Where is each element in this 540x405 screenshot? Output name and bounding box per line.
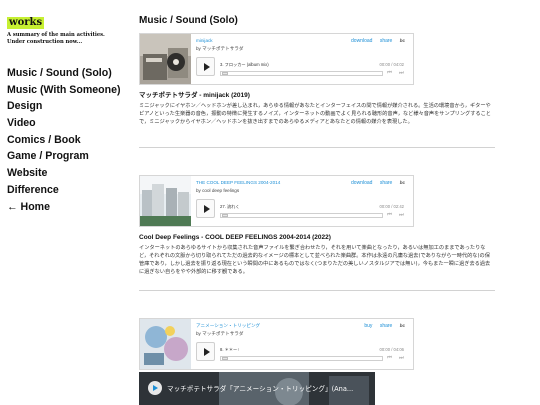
divider (139, 147, 495, 148)
next-track-icon[interactable]: ⏭ (399, 355, 404, 362)
share-link[interactable]: share (380, 323, 393, 329)
play-button[interactable] (196, 199, 215, 218)
play-button[interactable] (196, 57, 215, 76)
nav-item-comics-book[interactable]: Comics / Book (7, 135, 125, 146)
nav-item-home[interactable]: ← Home (7, 201, 125, 213)
work-entry-minijack: minijack by マッチポテトサラダ download share bc … (139, 33, 494, 126)
previous-track-icon[interactable]: ⏮ (387, 355, 392, 362)
share-link[interactable]: share (380, 38, 393, 44)
bandcamp-logo-icon[interactable]: bc (400, 38, 405, 43)
tagline-line-2: Under construction now... (7, 39, 83, 45)
divider (139, 290, 495, 291)
album-art[interactable] (140, 176, 191, 226)
nav-item-difference[interactable]: Difference (7, 185, 125, 196)
entry-heading: Cool Deep Feelings - COOL DEEP FEELINGS … (139, 234, 331, 241)
channel-avatar-icon[interactable] (148, 381, 162, 395)
video-title[interactable]: マッチポテトサラダ「アニメーション・トリッピング」(Ana... (167, 383, 353, 393)
share-link[interactable]: share (380, 180, 393, 186)
download-link[interactable]: download (351, 38, 372, 44)
download-link[interactable]: download (351, 180, 372, 186)
player-track-name: 3. フロッカー (album mix) (220, 62, 269, 67)
progress-handle[interactable] (222, 72, 228, 75)
player-links: buy share bc (358, 323, 405, 329)
progress-bar[interactable] (220, 71, 383, 76)
previous-track-icon[interactable]: ⏮ (387, 212, 392, 219)
album-art[interactable] (140, 319, 191, 369)
player-artist: by マッチポテトサラダ (196, 331, 244, 336)
player-artist: by マッチポテトサラダ (196, 46, 244, 51)
progress-bar[interactable] (220, 213, 383, 218)
site-tagline: A summary of the main activities. Under … (7, 32, 125, 46)
buy-link[interactable]: buy (364, 323, 372, 329)
nav-item-music-with-someone[interactable]: Music (With Someone) (7, 85, 125, 96)
progress-handle[interactable] (222, 214, 228, 217)
play-button[interactable] (196, 342, 215, 361)
entry-heading: マッチポテトサラダ - minijack (2019) (139, 92, 250, 99)
player-time: 00:00 / 04:02 (379, 62, 404, 67)
nav-item-design[interactable]: Design (7, 101, 125, 112)
nav-item-music-sound-solo[interactable]: Music / Sound (Solo) (7, 68, 125, 79)
next-track-icon[interactable]: ⏭ (399, 212, 404, 219)
player-time: 00:00 / 02:42 (379, 204, 404, 209)
bandcamp-player: アニメーション・トリッピング by マッチポテトサラダ buy share bc… (139, 318, 414, 370)
player-album-title[interactable]: アニメーション・トリッピング (196, 323, 260, 329)
nav-item-website[interactable]: Website (7, 168, 125, 179)
bandcamp-player: THE COOL DEEP FEELINGS 2004-2014 by cool… (139, 175, 414, 227)
site-logo[interactable]: works (7, 17, 45, 29)
sidebar: works A summary of the main activities. … (7, 10, 125, 219)
youtube-video-embed[interactable]: マッチポテトサラダ「アニメーション・トリッピング」(Ana... (139, 372, 375, 405)
nav-item-video[interactable]: Video (7, 118, 125, 129)
bandcamp-player: minijack by マッチポテトサラダ download share bc … (139, 33, 414, 85)
player-album-title[interactable]: minijack (196, 38, 213, 43)
page-title: Music / Sound (Solo) (139, 15, 238, 26)
main-nav: Music / Sound (Solo) Music (With Someone… (7, 68, 125, 213)
work-entry-animation-tripping: アニメーション・トリッピング by マッチポテトサラダ buy share bc… (139, 318, 494, 405)
tagline-line-1: A summary of the main activities. (7, 32, 105, 38)
progress-bar[interactable] (220, 356, 383, 361)
nav-item-game-program[interactable]: Game / Program (7, 151, 125, 162)
work-entry-cool-deep-feelings: THE COOL DEEP FEELINGS 2004-2014 by cool… (139, 175, 494, 276)
player-track-name: 8. ＊＊ー↑ (220, 347, 240, 352)
player-links: download share bc (345, 180, 405, 186)
entry-description: インターネットのあらゆるサイトから収集された音声ファイルを繋ぎ合わせたり，それを… (139, 245, 491, 276)
player-track-name: 27. 流れく (220, 204, 240, 209)
entry-description: ミニジャックにイヤホン／ヘッドホンが差し込まれ，あらゆる情報があなたとインターフ… (139, 103, 491, 126)
player-artist: by cool deep feelings (196, 188, 240, 193)
album-art[interactable] (140, 34, 191, 84)
progress-handle[interactable] (222, 357, 228, 360)
bandcamp-logo-icon[interactable]: bc (400, 180, 405, 185)
player-time: 00:00 / 04:06 (379, 347, 404, 352)
player-links: download share bc (345, 38, 405, 44)
bandcamp-logo-icon[interactable]: bc (400, 323, 405, 328)
previous-track-icon[interactable]: ⏮ (387, 70, 392, 77)
player-album-title[interactable]: THE COOL DEEP FEELINGS 2004-2014 (196, 180, 280, 185)
next-track-icon[interactable]: ⏭ (399, 70, 404, 77)
